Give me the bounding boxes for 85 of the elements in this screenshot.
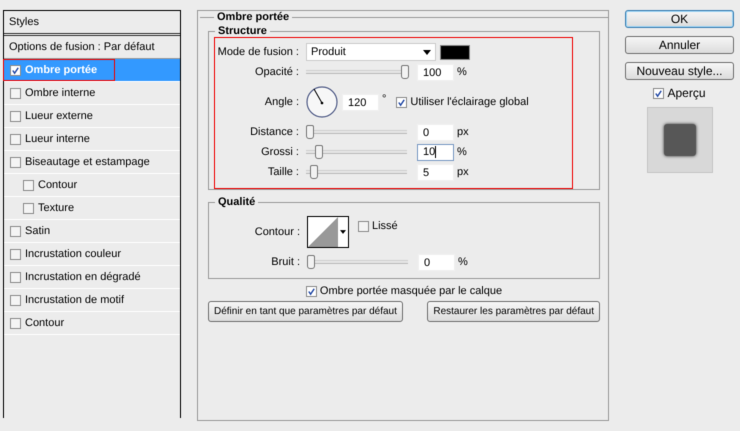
checkbox-label: Ombre portée masquée par le calque <box>320 285 502 297</box>
style-item[interactable]: Incrustation en dégradé <box>4 266 180 289</box>
checkbox[interactable] <box>10 88 21 98</box>
style-label: Ombre portée <box>25 64 98 76</box>
preview-square <box>664 124 696 156</box>
style-item[interactable]: Biseautage et estampage <box>4 151 180 174</box>
field-label: Bruit : <box>270 256 301 268</box>
field-label: Grossi : <box>260 146 300 158</box>
blend-mode-dropdown[interactable]: Produit <box>306 43 436 61</box>
field-label: Opacité : <box>254 66 300 78</box>
style-item[interactable]: Satin <box>4 220 180 243</box>
checkbox[interactable] <box>10 64 21 76</box>
slider-thumb[interactable] <box>315 145 324 159</box>
checkbox[interactable] <box>10 134 21 144</box>
panel-title: Styles <box>4 11 180 36</box>
slider-thumb[interactable] <box>307 255 315 269</box>
checkbox[interactable] <box>10 110 21 122</box>
style-label: Incrustation en dégradé <box>25 271 141 283</box>
contour-picker[interactable] <box>307 216 349 248</box>
group-title: Structure <box>217 25 268 37</box>
style-label: Lueur externe <box>25 110 93 122</box>
style-label: Incrustation couleur <box>25 248 121 260</box>
input-field[interactable]: 0 <box>417 124 454 140</box>
caret-icon <box>423 50 431 54</box>
style-item[interactable]: Lueur externe <box>4 105 180 128</box>
unit-label: ° <box>382 93 386 105</box>
field-label: Mode de fusion : <box>216 46 300 58</box>
unit-label: % <box>457 66 467 78</box>
input-field[interactable]: 10 <box>417 144 454 160</box>
style-item[interactable]: Lueur interne <box>4 128 180 151</box>
color-swatch[interactable] <box>440 44 470 60</box>
style-item[interactable]: Ombre interne <box>4 82 180 105</box>
caret-icon <box>340 230 346 234</box>
style-item[interactable]: Texture <box>4 197 180 220</box>
checkbox[interactable] <box>23 180 34 190</box>
style-item[interactable]: Contour <box>4 312 180 335</box>
dialog-button[interactable]: Annuler <box>625 36 734 54</box>
input-field[interactable]: 120 <box>342 94 379 110</box>
slider-thumb[interactable] <box>310 165 318 179</box>
unit-label: % <box>458 256 468 268</box>
field-label: Contour : <box>254 226 301 238</box>
checkbox-label: Aperçu <box>667 86 706 100</box>
slider-thumb[interactable] <box>400 65 409 79</box>
style-label: Texture <box>38 202 74 214</box>
checkbox[interactable] <box>396 96 408 108</box>
field-label: Distance : <box>249 126 300 138</box>
section-title: Ombre portée <box>216 11 290 23</box>
defaults-button[interactable]: Restaurer les paramètres par défaut <box>427 301 600 322</box>
style-label: Biseautage et estampage <box>25 156 150 168</box>
checkbox[interactable] <box>10 248 21 260</box>
checkbox[interactable] <box>10 226 21 236</box>
checkbox-label: Utiliser l'éclairage global <box>410 96 529 108</box>
dialog-button[interactable]: OK <box>625 10 734 28</box>
unit-label: px <box>457 126 469 138</box>
style-item[interactable]: Incrustation de motif <box>4 289 180 312</box>
defaults-button[interactable]: Définir en tant que paramètres par défaut <box>208 301 403 322</box>
checkbox[interactable] <box>10 318 21 328</box>
style-label: Contour <box>25 317 64 329</box>
checkbox-label: Lissé <box>372 220 398 232</box>
input-field[interactable]: 100 <box>417 64 454 80</box>
checkbox[interactable] <box>23 202 34 214</box>
checkbox[interactable] <box>358 220 369 232</box>
style-label: Incrustation de motif <box>25 294 124 306</box>
input-field[interactable]: 0 <box>418 254 455 270</box>
style-item[interactable]: Incrustation couleur <box>4 243 180 266</box>
checkbox[interactable] <box>306 286 317 296</box>
checkbox[interactable] <box>10 294 21 306</box>
checkbox[interactable] <box>10 156 21 168</box>
style-label: Ombre interne <box>25 87 96 99</box>
field-label: Taille : <box>266 166 300 178</box>
input-field[interactable]: 5 <box>417 164 454 180</box>
unit-label: % <box>457 146 467 158</box>
style-label: Contour <box>38 179 78 191</box>
style-label: Satin <box>25 225 50 237</box>
slider-thumb[interactable] <box>306 125 314 139</box>
style-item[interactable]: Contour <box>4 174 180 197</box>
contour-curve-icon <box>308 217 338 247</box>
checkbox[interactable] <box>10 272 21 282</box>
field-label: Angle : <box>264 96 300 108</box>
unit-label: px <box>457 166 469 178</box>
checkbox[interactable] <box>653 88 664 98</box>
style-label: Lueur interne <box>25 133 90 145</box>
group-title: Qualité <box>217 196 256 208</box>
angle-dial-icon[interactable] <box>306 86 338 118</box>
dialog-button[interactable]: Nouveau style... <box>625 62 734 80</box>
